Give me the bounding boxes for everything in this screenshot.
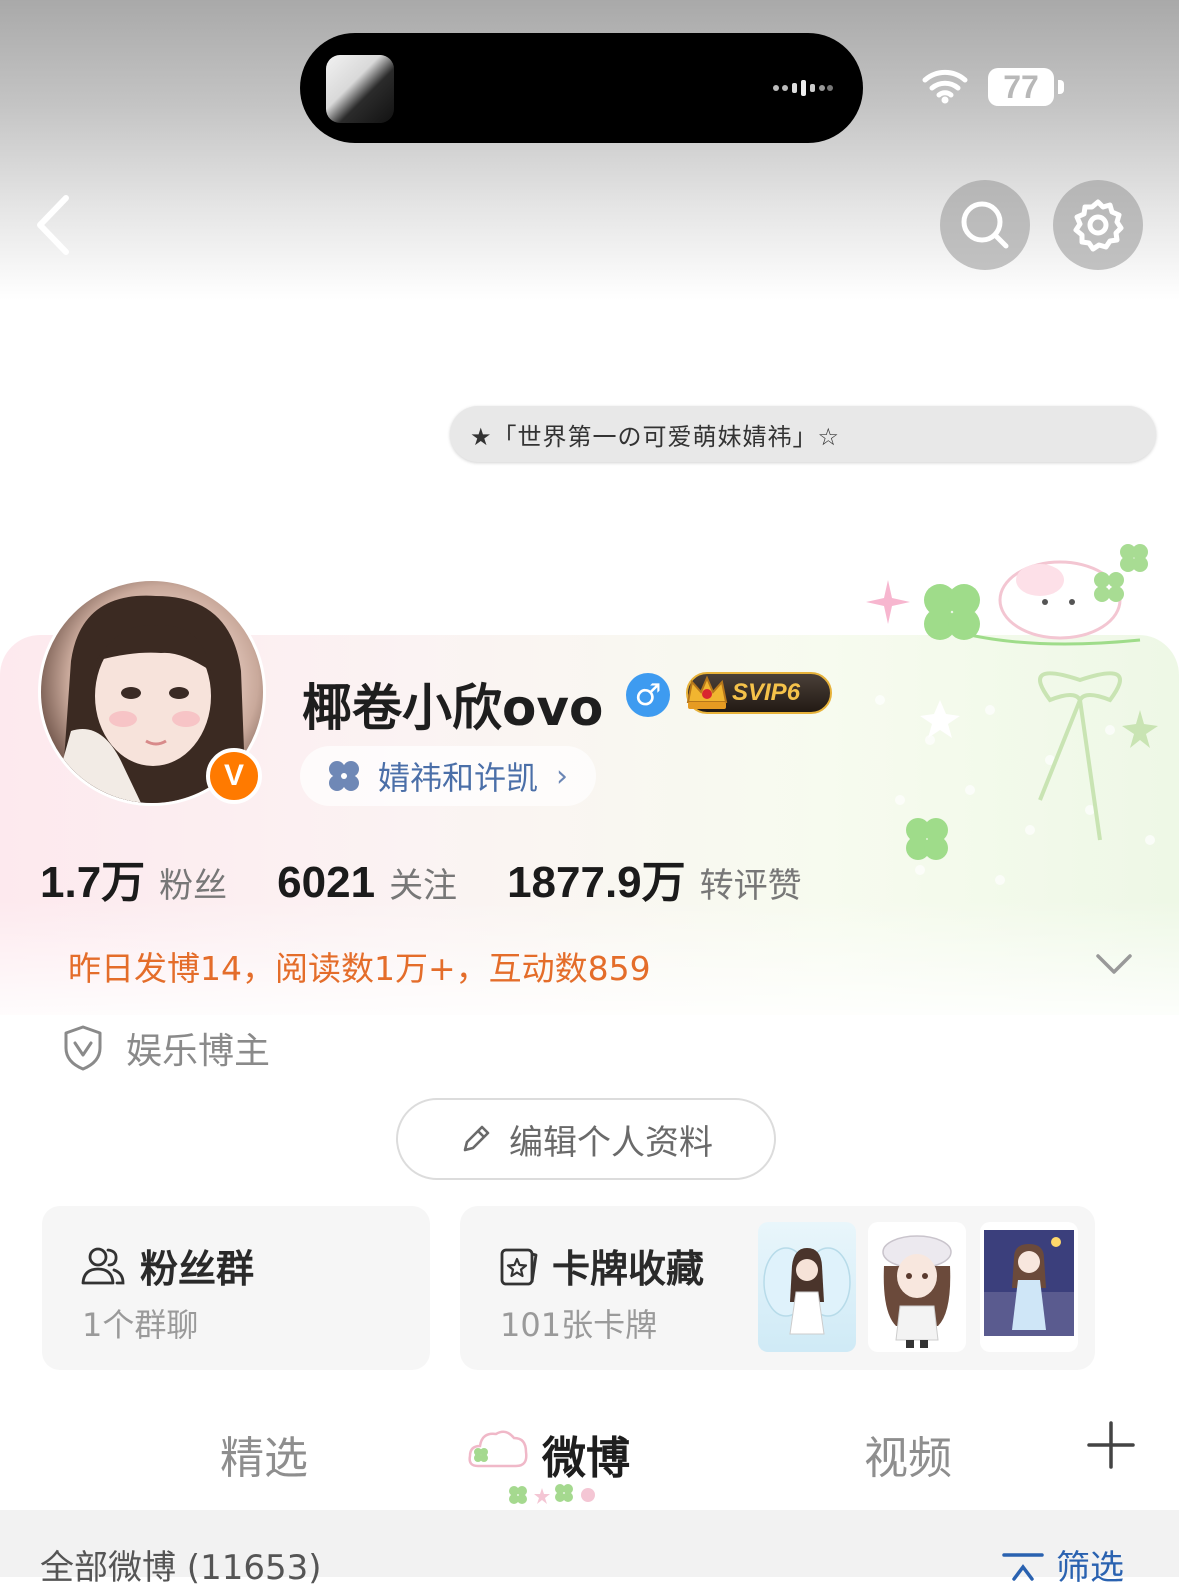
likes-label[interactable]: 转评赞: [700, 858, 802, 907]
people-icon: [81, 1247, 125, 1284]
svip-label: SVIP6: [732, 679, 801, 706]
feed-title: 全部微博 (11653): [40, 1548, 322, 1588]
tab-weibo[interactable]: 微博: [542, 1422, 630, 1486]
edit-profile-label: 编辑个人资料: [509, 1122, 713, 1163]
fans-group-subtitle: 1个群聊: [82, 1306, 199, 1344]
username: 椰卷小欣ovo: [302, 679, 604, 737]
card-collection-subtitle: 101张卡牌: [500, 1306, 658, 1344]
night-girl-card-icon: [984, 1230, 1074, 1336]
battery-level: 77: [1003, 68, 1039, 105]
filter-label: 筛选: [1056, 1548, 1124, 1588]
stats-row: 1.7万 粉丝 6021 关注 1877.9万 转评赞: [40, 846, 802, 910]
filter-button[interactable]: 筛选: [1000, 1540, 1124, 1589]
following-count[interactable]: 6021: [277, 858, 375, 908]
following-label[interactable]: 关注: [389, 858, 457, 907]
wifi-icon: [922, 69, 968, 104]
battery-nub: [1058, 80, 1064, 94]
card-collection-title: 卡牌收藏: [552, 1247, 705, 1291]
cloud-clover-icon: [468, 1430, 528, 1468]
audio-wave-icon: [773, 80, 833, 96]
hat-girl-card-icon: [882, 1235, 952, 1348]
card-thumbnail[interactable]: [868, 1222, 966, 1352]
gear-icon: [1073, 199, 1124, 252]
verified-badge-icon: V: [206, 748, 262, 804]
tab-featured[interactable]: 精选: [220, 1422, 308, 1486]
chevron-left-icon[interactable]: [30, 190, 80, 260]
verification-row[interactable]: 娱乐博主: [62, 1022, 270, 1074]
chevron-down-icon[interactable]: [1092, 946, 1136, 980]
fans-group-title: 粉丝群: [140, 1247, 255, 1291]
followers-count[interactable]: 1.7万: [40, 846, 145, 910]
followers-label[interactable]: 粉丝: [159, 858, 227, 907]
profile-tabs: 精选 微博 视频: [0, 1400, 1179, 1505]
fans-group-title-row: 粉丝群: [80, 1238, 254, 1293]
signature-bubble[interactable]: ★「世界第一の可爱萌妹婧祎」☆: [450, 406, 1156, 462]
shield-v-icon: [64, 1025, 102, 1071]
chevron-right-icon: ›: [556, 758, 569, 794]
verification-label: 娱乐博主: [126, 1031, 271, 1072]
search-button[interactable]: [940, 180, 1030, 270]
verified-badge-label: V: [223, 759, 244, 792]
settings-button[interactable]: [1053, 180, 1143, 270]
card-thumbnail[interactable]: [758, 1222, 856, 1352]
card-collection-title-row: 卡牌收藏: [498, 1238, 704, 1293]
card-thumbnail[interactable]: [980, 1222, 1078, 1352]
now-playing-artwork[interactable]: [326, 55, 394, 123]
gender-symbol: ♂: [634, 677, 662, 713]
clover-icon: [329, 761, 359, 791]
male-icon: ♂: [626, 673, 670, 717]
signature-text: ★「世界第一の可爱萌妹婧祎」☆: [470, 422, 841, 451]
edit-profile-button[interactable]: 编辑个人资料: [396, 1098, 776, 1180]
super-topic-label: 婧祎和许凯: [378, 759, 539, 797]
fairy-girl-card-icon: [763, 1247, 851, 1335]
battery-icon: 77: [988, 68, 1054, 106]
search-icon: [961, 201, 1009, 249]
card-star-icon: [500, 1248, 538, 1285]
filter-icon: [1002, 1552, 1044, 1581]
plus-icon[interactable]: [1086, 1420, 1136, 1470]
svip-badge[interactable]: SVIP6: [686, 672, 832, 714]
tab-video[interactable]: 视频: [864, 1422, 952, 1486]
likes-count[interactable]: 1877.9万: [507, 846, 686, 910]
activity-summary[interactable]: 昨日发博14，阅读数1万+，互动数859: [68, 942, 651, 990]
super-topic-tag[interactable]: 婧祎和许凯 ›: [300, 746, 597, 806]
pencil-icon: [463, 1125, 490, 1152]
crown-icon: [686, 675, 728, 709]
active-tab-indicator-icon: [509, 1484, 595, 1504]
